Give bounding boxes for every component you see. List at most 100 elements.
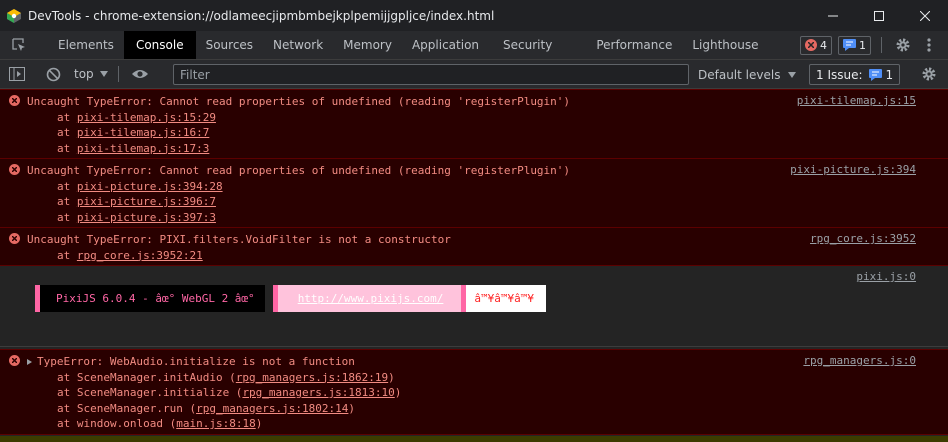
tab-console[interactable]: Console bbox=[123, 31, 196, 59]
inspect-element-button[interactable] bbox=[0, 31, 38, 59]
tab-memory[interactable]: Memory bbox=[333, 31, 402, 59]
filter-input[interactable]: Filter bbox=[173, 64, 689, 85]
minimize-icon bbox=[828, 15, 838, 16]
kebab-menu-icon bbox=[927, 38, 931, 52]
sidebar-toggle-icon bbox=[9, 67, 25, 81]
stack-frame: at pixi-tilemap.js:16:7 bbox=[57, 126, 210, 139]
stack-frame-end: ) bbox=[394, 386, 402, 399]
warning-row-edge bbox=[0, 436, 948, 442]
expand-triangle-icon[interactable] bbox=[27, 359, 32, 365]
close-window-button[interactable] bbox=[902, 0, 948, 31]
context-label: top bbox=[74, 67, 94, 81]
tab-elements[interactable]: Elements bbox=[38, 31, 124, 59]
stack-frame-link[interactable]: main.js:8:18 bbox=[176, 417, 255, 430]
stack-frame: at window.onload (main.js:8:18) bbox=[0, 416, 948, 432]
stack-frame-link[interactable]: pixi-picture.js:396:7 bbox=[77, 195, 216, 208]
stack-frame-end: ) bbox=[388, 370, 395, 384]
minimize-button[interactable] bbox=[810, 0, 856, 31]
source-link[interactable]: pixi-picture.js:394 bbox=[790, 163, 916, 176]
maximize-icon bbox=[874, 10, 884, 21]
stack-frame-link[interactable]: rpg_managers.js:1813:10 bbox=[242, 386, 394, 399]
pixi-hearts-text: â™¥â™¥â™¥ bbox=[466, 285, 546, 312]
tab-application[interactable]: Application bbox=[402, 31, 489, 59]
issue-icon bbox=[843, 39, 856, 51]
show-sidebar-button[interactable] bbox=[4, 61, 30, 87]
stack-frame: at pixi-tilemap.js:15:29 bbox=[57, 110, 216, 124]
clear-console-button[interactable] bbox=[40, 61, 66, 87]
settings-button[interactable] bbox=[890, 32, 916, 58]
stack-frame: at SceneManager.run (rpg_managers.js:180… bbox=[0, 401, 948, 417]
error-icon bbox=[9, 164, 20, 175]
error-icon bbox=[805, 39, 817, 51]
divider bbox=[117, 66, 119, 82]
console-error-message: Uncaught TypeError: PIXI.filters.VoidFil… bbox=[0, 228, 948, 266]
log-levels-label: Default levels bbox=[698, 67, 781, 82]
log-levels-dropdown[interactable]: Default levels bbox=[698, 60, 797, 89]
pixi-version-text: PixiJS 6.0.4 - âœ° WebGL 2 âœ° bbox=[40, 285, 265, 312]
divider bbox=[881, 37, 882, 53]
pixi-banner: PixiJS 6.0.4 - âœ° WebGL 2 âœ° http://ww… bbox=[35, 285, 546, 312]
stack-frame-function: at SceneManager.run ( bbox=[57, 401, 197, 415]
source-link[interactable]: rpg_core.js:3952 bbox=[810, 232, 916, 245]
source-link[interactable]: pixi-tilemap.js:15 bbox=[797, 94, 916, 107]
tab-performance[interactable]: Performance bbox=[586, 31, 682, 59]
eye-icon bbox=[131, 70, 148, 78]
stack-frame: at SceneManager.initAudio (rpg_managers.… bbox=[0, 370, 948, 386]
stack-frame: at pixi-picture.js:397:3 bbox=[57, 210, 216, 224]
error-icon bbox=[9, 95, 20, 106]
close-icon bbox=[920, 10, 930, 21]
console-toolbar: top Filter Default levels 1 Issue: 1 bbox=[0, 60, 948, 89]
clear-icon bbox=[46, 67, 60, 81]
error-icon bbox=[9, 233, 20, 244]
stack-frame-link[interactable]: pixi-picture.js:394:28 bbox=[77, 180, 223, 193]
gear-icon bbox=[896, 38, 910, 52]
context-selector[interactable]: top bbox=[74, 67, 108, 81]
stack-frame-link[interactable]: rpg_managers.js:1802:14 bbox=[196, 402, 348, 415]
issue-count: 1 bbox=[859, 38, 866, 52]
tab-lighthouse[interactable]: Lighthouse bbox=[682, 31, 768, 59]
console-settings-button[interactable] bbox=[916, 61, 942, 87]
console-error-message: Uncaught TypeError: Cannot read properti… bbox=[0, 89, 948, 159]
tab-network[interactable]: Network bbox=[263, 31, 333, 59]
dropdown-arrow-icon bbox=[99, 71, 108, 77]
console-error-message: Uncaught TypeError: Cannot read properti… bbox=[0, 159, 948, 228]
stack-frame-link[interactable]: rpg_managers.js:1862:19 bbox=[236, 371, 388, 384]
stack-frame: at rpg_core.js:3952:21 bbox=[57, 248, 203, 262]
stack-frame-link[interactable]: rpg_core.js:3952:21 bbox=[77, 249, 203, 262]
more-options-button[interactable] bbox=[916, 32, 942, 58]
stack-frame-link[interactable]: pixi-tilemap.js:15:29 bbox=[77, 111, 216, 124]
error-count: 4 bbox=[820, 38, 827, 52]
gear-icon bbox=[922, 67, 936, 81]
stack-frame-function: at SceneManager.initialize ( bbox=[57, 386, 243, 399]
tab-security[interactable]: Security bbox=[493, 31, 562, 59]
stack-frame: at pixi-picture.js:396:7 bbox=[57, 195, 216, 208]
dropdown-arrow-icon bbox=[788, 71, 797, 78]
issue-count-badge[interactable]: 1 bbox=[838, 35, 871, 55]
stack-frame-link[interactable]: pixi-picture.js:397:3 bbox=[77, 211, 216, 224]
stack-frame: at SceneManager.initialize (rpg_managers… bbox=[0, 385, 948, 401]
stack-frame-function: at window.onload ( bbox=[57, 417, 177, 430]
stack-frame-link[interactable]: pixi-tilemap.js:16:7 bbox=[77, 126, 209, 139]
error-count-badge[interactable]: 4 bbox=[800, 35, 832, 55]
error-icon bbox=[9, 355, 20, 366]
source-link[interactable]: rpg_managers.js:0 bbox=[803, 354, 916, 367]
tab-sources[interactable]: Sources bbox=[196, 31, 263, 59]
stack-frame: at pixi-tilemap.js:17:3 bbox=[57, 141, 210, 155]
maximize-button[interactable] bbox=[856, 0, 902, 31]
stack-frame-end: ) bbox=[255, 417, 263, 430]
issues-button[interactable]: 1 Issue: 1 bbox=[809, 64, 901, 85]
issue-icon bbox=[868, 68, 882, 81]
stack-frame-end: ) bbox=[348, 401, 356, 415]
window-title-bar: DevTools - chrome-extension://odlameecji… bbox=[0, 0, 948, 31]
error-text: Uncaught TypeError: PIXI.filters.VoidFil… bbox=[27, 233, 451, 246]
source-link[interactable]: pixi.js:0 bbox=[856, 270, 916, 283]
console-output: Uncaught TypeError: Cannot read properti… bbox=[0, 89, 948, 442]
stack-frame-function: at SceneManager.initAudio ( bbox=[57, 370, 236, 384]
error-text: TypeError: WebAudio.initialize is not a … bbox=[37, 355, 355, 368]
console-error-message: TypeError: WebAudio.initialize is not a … bbox=[0, 349, 948, 435]
pixi-url-link[interactable]: http://www.pixijs.com/ bbox=[277, 285, 462, 312]
live-expression-button[interactable] bbox=[127, 61, 153, 87]
stack-frame: at pixi-picture.js:394:28 bbox=[57, 179, 223, 193]
stack-frame-link[interactable]: pixi-tilemap.js:17:3 bbox=[77, 142, 209, 155]
devtools-app-icon bbox=[7, 8, 21, 23]
